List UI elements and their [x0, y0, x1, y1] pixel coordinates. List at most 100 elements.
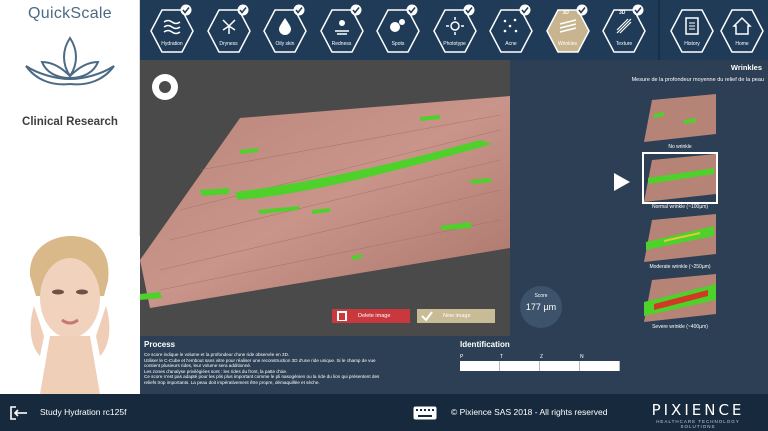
app-window: QuickScale Clinical Research Hydration Dr	[0, 0, 768, 431]
checkmark-icon	[463, 4, 474, 16]
field-label-p: P	[460, 354, 464, 360]
new-image-button[interactable]: New image	[417, 309, 495, 323]
wrinkles-3d-icon	[559, 19, 576, 33]
tab-label: Dryness	[219, 41, 238, 47]
tab-label: Redness	[331, 41, 352, 47]
acne-dots-icon	[503, 18, 518, 33]
oil-drop-icon	[279, 18, 291, 35]
tab-label: Phototype	[443, 41, 466, 47]
tab-acne[interactable]: Acne	[487, 4, 535, 55]
tab-redness[interactable]: Redness	[318, 4, 366, 55]
process-line: reliefs trop importants. La peau doit im…	[144, 379, 320, 385]
wrinkle-level-thumbnail	[644, 214, 716, 262]
tab-label: Texture	[615, 41, 633, 47]
wrinkle-level-thumbnail	[644, 274, 716, 322]
analysis-tab-bar: Hydration Dryness Oily skin Redness Spots Pho…	[140, 0, 768, 60]
sun-icon	[445, 17, 464, 35]
process-text: Ce score indique le volume et la profond…	[144, 352, 454, 386]
field-label-z: Z	[540, 354, 544, 360]
pixience-logo: PIXIENCE HEALTHCARE TECHNOLOGY SOLUTIONS	[639, 401, 757, 429]
selected-level-arrow-icon	[614, 173, 630, 191]
wrinkle-level-label: Moderate wrinkle (~250µm)	[649, 264, 711, 270]
field-label-n: N	[580, 354, 584, 360]
field-z-input[interactable]	[540, 361, 580, 371]
tab-wrinkles[interactable]: 3D Wrinkles	[544, 4, 592, 55]
app-subtitle: Clinical Research	[22, 116, 118, 128]
spots-icon	[390, 19, 405, 32]
3d-badge: 3D	[562, 10, 569, 16]
field-t-input[interactable]	[500, 361, 540, 371]
process-heading: Process	[144, 340, 176, 349]
trash-icon	[337, 311, 347, 321]
3d-skin-viewer[interactable]: Delete image New image	[140, 60, 510, 336]
study-name: Study Hydration rc125f	[40, 407, 127, 417]
tab-spots[interactable]: Spots	[374, 4, 422, 55]
logout-icon[interactable]	[10, 406, 28, 420]
waves-icon	[163, 19, 181, 35]
checkmark-icon	[519, 4, 531, 16]
lotus-logo-icon	[25, 36, 115, 86]
left-sidebar: QuickScale Clinical Research	[0, 0, 140, 394]
wrinkle-level-2[interactable]: Normal wrinkle (~100µm)	[642, 152, 718, 210]
wrinkle-level-1[interactable]: No wrinkle	[644, 94, 716, 150]
score-label: Score	[534, 293, 548, 299]
panel-title: Wrinkles	[730, 63, 762, 72]
logo-wordmark: PIXIENCE	[651, 401, 745, 419]
wrinkle-level-label: Severe wrinkle (~400µm)	[652, 324, 708, 330]
redness-icon	[334, 20, 349, 35]
panel-description: Mesure de la profondeur moyenne du relie…	[631, 77, 764, 83]
history-label: History	[684, 41, 700, 47]
wrinkle-level-label: Normal wrinkle (~100µm)	[651, 204, 709, 210]
wrinkle-level-thumbnail	[644, 154, 716, 202]
checkmark-icon	[350, 4, 361, 16]
checkmark-icon	[576, 4, 587, 16]
home-button[interactable]: Home	[718, 7, 766, 55]
identification-section: Identification P T Z N	[456, 336, 768, 394]
new-image-label: New image	[443, 313, 471, 319]
wrinkle-level-4[interactable]: Severe wrinkle (~400µm)	[644, 274, 716, 330]
tab-label: Oily skin	[275, 41, 295, 47]
checkmark-icon	[406, 4, 418, 16]
3d-badge: 3D	[619, 10, 626, 16]
footer-bar: Study Hydration rc125f © Pixience SAS 20…	[0, 394, 768, 431]
tab-label: Spots	[391, 41, 405, 47]
wrinkle-level-3[interactable]: Moderate wrinkle (~250µm)	[644, 214, 716, 270]
home-icon	[732, 16, 752, 35]
keyboard-icon[interactable]	[413, 406, 437, 420]
texture-3d-icon	[616, 18, 632, 34]
field-n-input[interactable]	[580, 361, 620, 371]
tab-label: Hydration	[161, 41, 183, 47]
identification-heading: Identification	[460, 340, 510, 349]
score-value: 177 µm	[525, 302, 557, 312]
process-section: Process Ce score indique le volume et la…	[140, 336, 456, 394]
dry-cracks-icon	[221, 19, 236, 34]
checkmark-icon	[237, 4, 248, 16]
checkmark-icon	[632, 4, 644, 16]
checkmark-icon	[293, 4, 305, 16]
field-label-t: T	[500, 354, 504, 360]
score-badge: Score 177 µm	[520, 286, 562, 328]
tab-label: Acne	[505, 41, 517, 47]
field-p-input[interactable]	[460, 361, 500, 371]
model-portrait-image	[0, 236, 140, 394]
rotate-control-icon[interactable]	[150, 72, 180, 102]
wrinkle-level-label: No wrinkle	[668, 144, 692, 150]
tab-hydration[interactable]: Hydration	[148, 4, 196, 55]
history-icon	[685, 17, 699, 35]
delete-image-button[interactable]: Delete image	[332, 309, 410, 323]
tab-phototype[interactable]: Phototype	[431, 4, 479, 55]
copyright-text: © Pixience SAS 2018 - All rights reserve…	[451, 407, 608, 417]
tab-dryness[interactable]: Dryness	[205, 4, 253, 55]
logo-tagline: HEALTHCARE TECHNOLOGY SOLUTIONS	[656, 419, 740, 429]
tab-oily-skin[interactable]: Oily skin	[261, 4, 309, 55]
tab-label: Wrinkles	[557, 41, 578, 47]
right-nav: History Home	[658, 0, 768, 60]
wrinkle-level-thumbnail	[644, 94, 716, 142]
home-label: Home	[735, 41, 749, 47]
tab-texture[interactable]: 3D Texture	[600, 4, 648, 55]
delete-image-label: Delete image	[358, 313, 391, 319]
checkmark-icon	[180, 4, 192, 16]
identification-fields	[460, 361, 620, 371]
checkmark-icon	[421, 311, 433, 322]
history-button[interactable]: History	[668, 7, 716, 55]
